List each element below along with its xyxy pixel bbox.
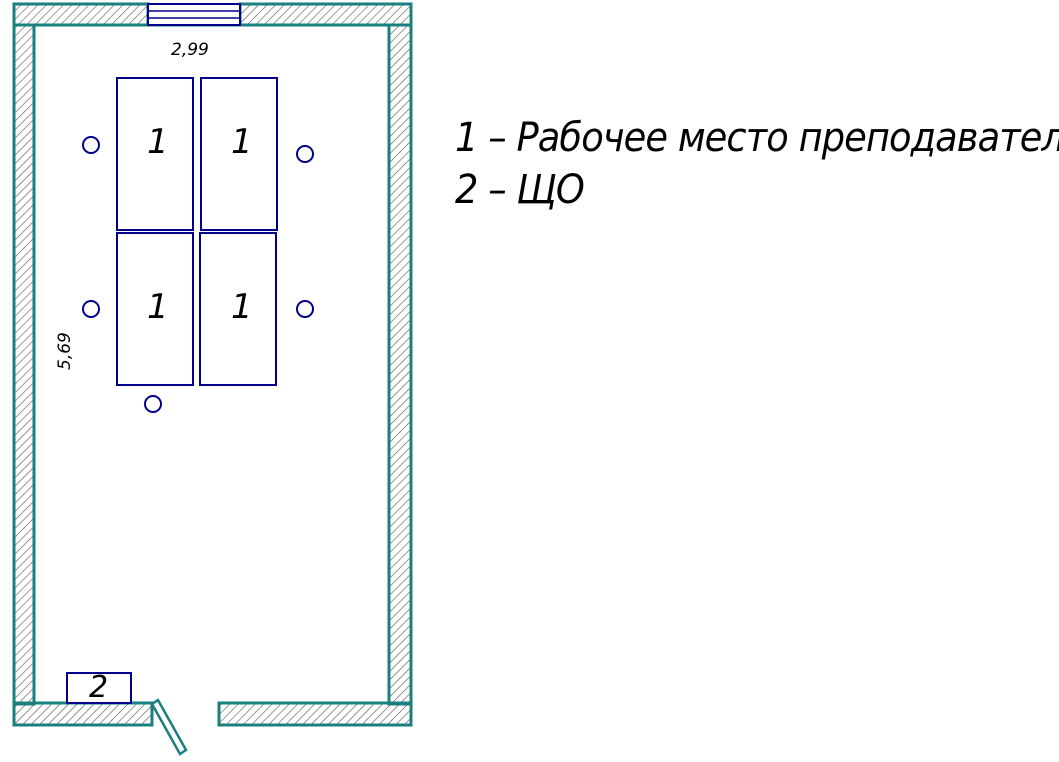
door	[150, 698, 188, 756]
wall-top-right	[238, 2, 413, 27]
legend-item-panel: 2 – ЩО	[455, 167, 585, 213]
chair	[144, 395, 162, 413]
chair	[82, 136, 100, 154]
chair	[296, 145, 314, 163]
wall-bottom-left	[12, 701, 154, 727]
wall-left	[12, 23, 36, 706]
desk-label: 1	[231, 287, 253, 327]
length-dimension: 5,69	[55, 332, 75, 370]
wall-bottom-right	[217, 701, 413, 727]
chair	[82, 300, 100, 318]
window	[147, 3, 241, 26]
wall-right	[387, 23, 413, 706]
legend-item-desk: 1 – Рабочее место преподавателя	[455, 115, 1059, 161]
desk-label: 1	[147, 122, 169, 162]
wall-top-left	[12, 2, 150, 27]
desk-label: 1	[147, 287, 169, 327]
panel-label: 2	[89, 670, 108, 705]
teacher-desks	[116, 77, 278, 386]
legend: 1 – Рабочее место преподавателя 2 – ЩО	[455, 112, 1059, 216]
width-dimension: 2,99	[171, 40, 209, 60]
chair	[296, 300, 314, 318]
desk-label: 1	[231, 122, 253, 162]
